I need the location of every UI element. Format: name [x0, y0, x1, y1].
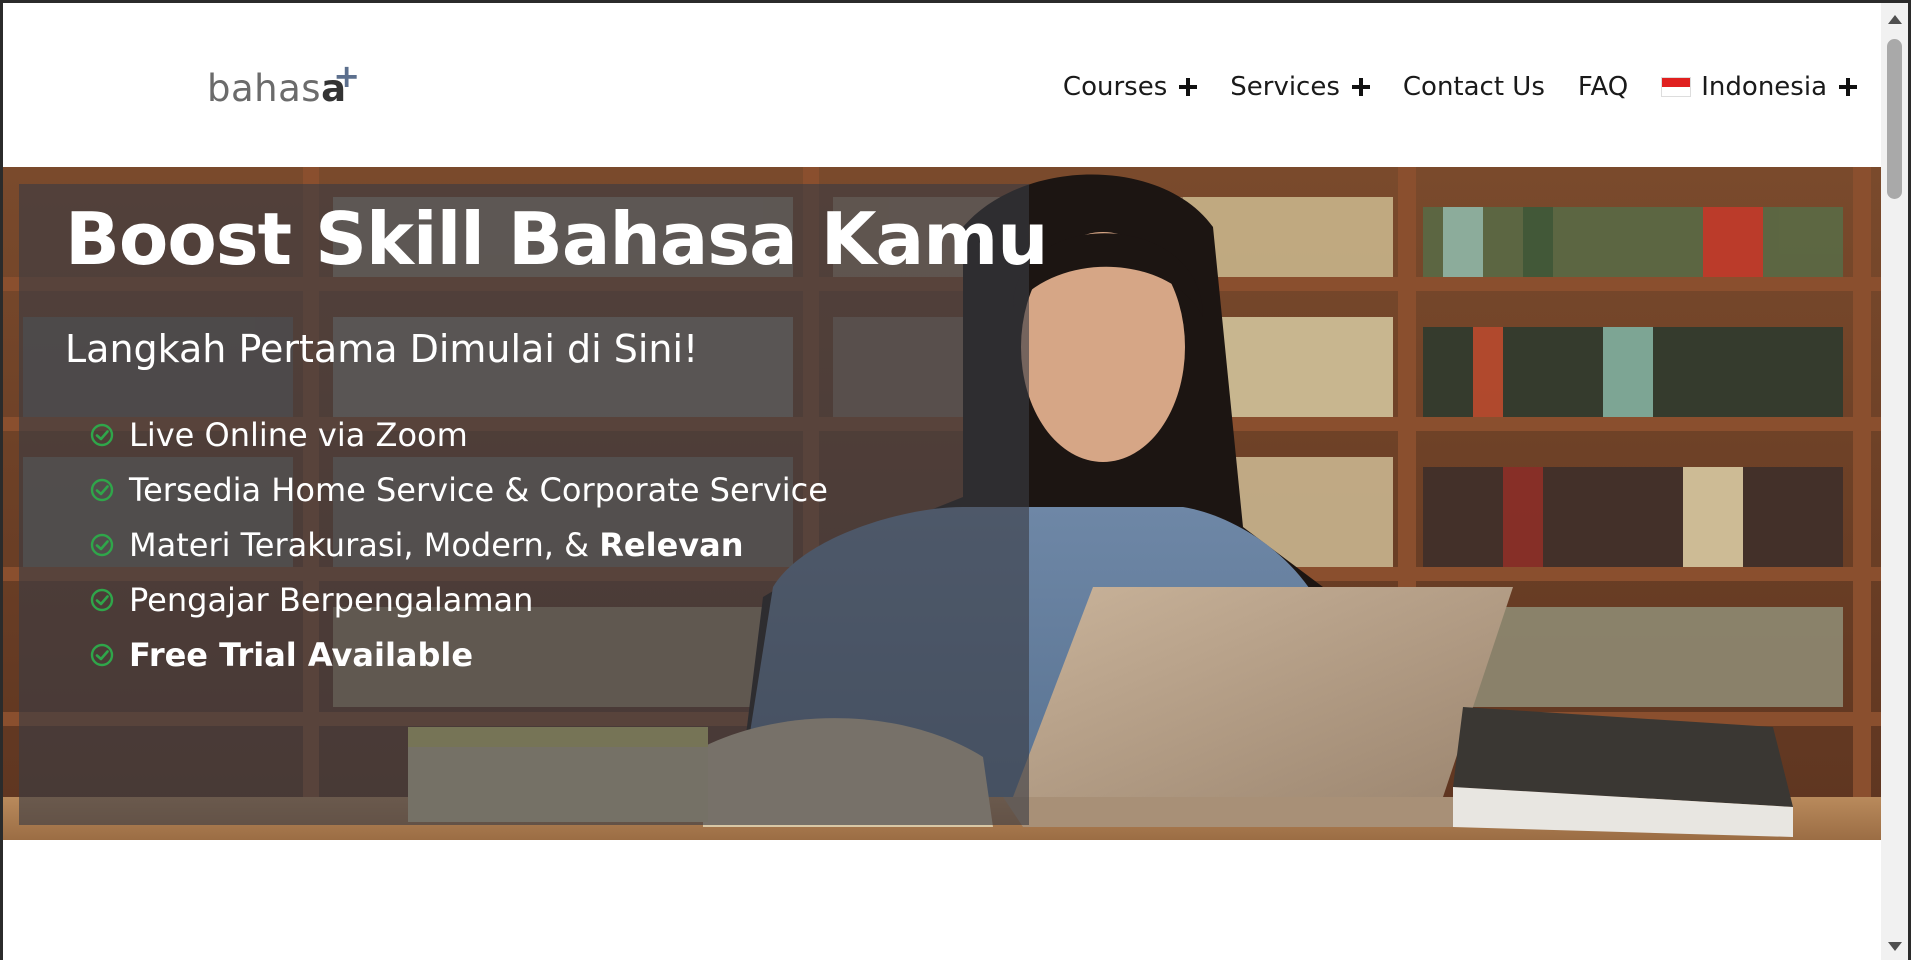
feature-bold-text: Free Trial Available — [129, 635, 474, 674]
hero-subtitle: Langkah Pertama Dimulai di Sini! — [65, 327, 699, 371]
nav-contact-us-label: Contact Us — [1402, 72, 1545, 102]
feature-text: Tersedia Home Service & Corporate Servic… — [129, 470, 828, 509]
nav-faq[interactable]: FAQ — [1578, 72, 1628, 102]
list-item: Free Trial Available — [89, 627, 828, 682]
list-item: Tersedia Home Service & Corporate Servic… — [89, 462, 828, 517]
scroll-up-arrow-icon[interactable] — [1888, 15, 1902, 24]
logo-plus-icon: + — [333, 57, 361, 95]
hero-title: Boost Skill Bahasa Kamu — [65, 197, 1048, 281]
nav-faq-label: FAQ — [1577, 72, 1629, 102]
scroll-thumb[interactable] — [1887, 39, 1902, 199]
list-item: Pengajar Berpengalaman — [89, 572, 828, 627]
check-circle-icon — [90, 478, 114, 501]
plus-icon[interactable] — [1839, 78, 1857, 96]
site-logo[interactable]: bahasa + — [207, 57, 360, 110]
language-label: Indonesia — [1701, 72, 1827, 102]
check-circle-icon — [90, 588, 114, 611]
browser-window: bahasa + Courses Services Contact Us FAQ — [0, 0, 1911, 960]
feature-list: Live Online via Zoom Tersedia Home Servi… — [89, 407, 828, 682]
hero-banner: Boost Skill Bahasa Kamu Langkah Pertama … — [3, 167, 1887, 840]
feature-text: Materi Terakurasi, Modern, & — [129, 525, 600, 564]
plus-icon[interactable] — [1351, 78, 1370, 96]
list-item: Live Online via Zoom — [89, 407, 828, 462]
nav-services-label: Services — [1230, 72, 1340, 102]
nav-contact-us[interactable]: Contact Us — [1403, 72, 1545, 102]
site-header: bahasa + Courses Services Contact Us FAQ — [3, 3, 1887, 167]
check-circle-icon — [90, 643, 114, 666]
scroll-down-arrow-icon[interactable] — [1888, 942, 1902, 951]
nav-courses-label: Courses — [1062, 72, 1168, 102]
vertical-scrollbar[interactable] — [1881, 3, 1908, 960]
check-circle-icon — [90, 423, 114, 446]
logo-text: bahas — [207, 67, 322, 110]
feature-text: Live Online via Zoom — [129, 415, 468, 454]
feature-text: Pengajar Berpengalaman — [129, 580, 534, 619]
list-item: Materi Terakurasi, Modern, & Relevan — [89, 517, 828, 572]
plus-icon[interactable] — [1179, 78, 1198, 96]
feature-bold-text: Relevan — [599, 525, 744, 564]
nav-courses[interactable]: Courses — [1062, 72, 1198, 102]
check-circle-icon — [90, 533, 114, 556]
indonesia-flag-icon — [1661, 77, 1692, 97]
nav-services[interactable]: Services — [1230, 72, 1370, 102]
main-nav: Courses Services Contact Us FAQ Indonesi… — [1030, 67, 1857, 107]
language-selector[interactable]: Indonesia — [1661, 72, 1857, 102]
